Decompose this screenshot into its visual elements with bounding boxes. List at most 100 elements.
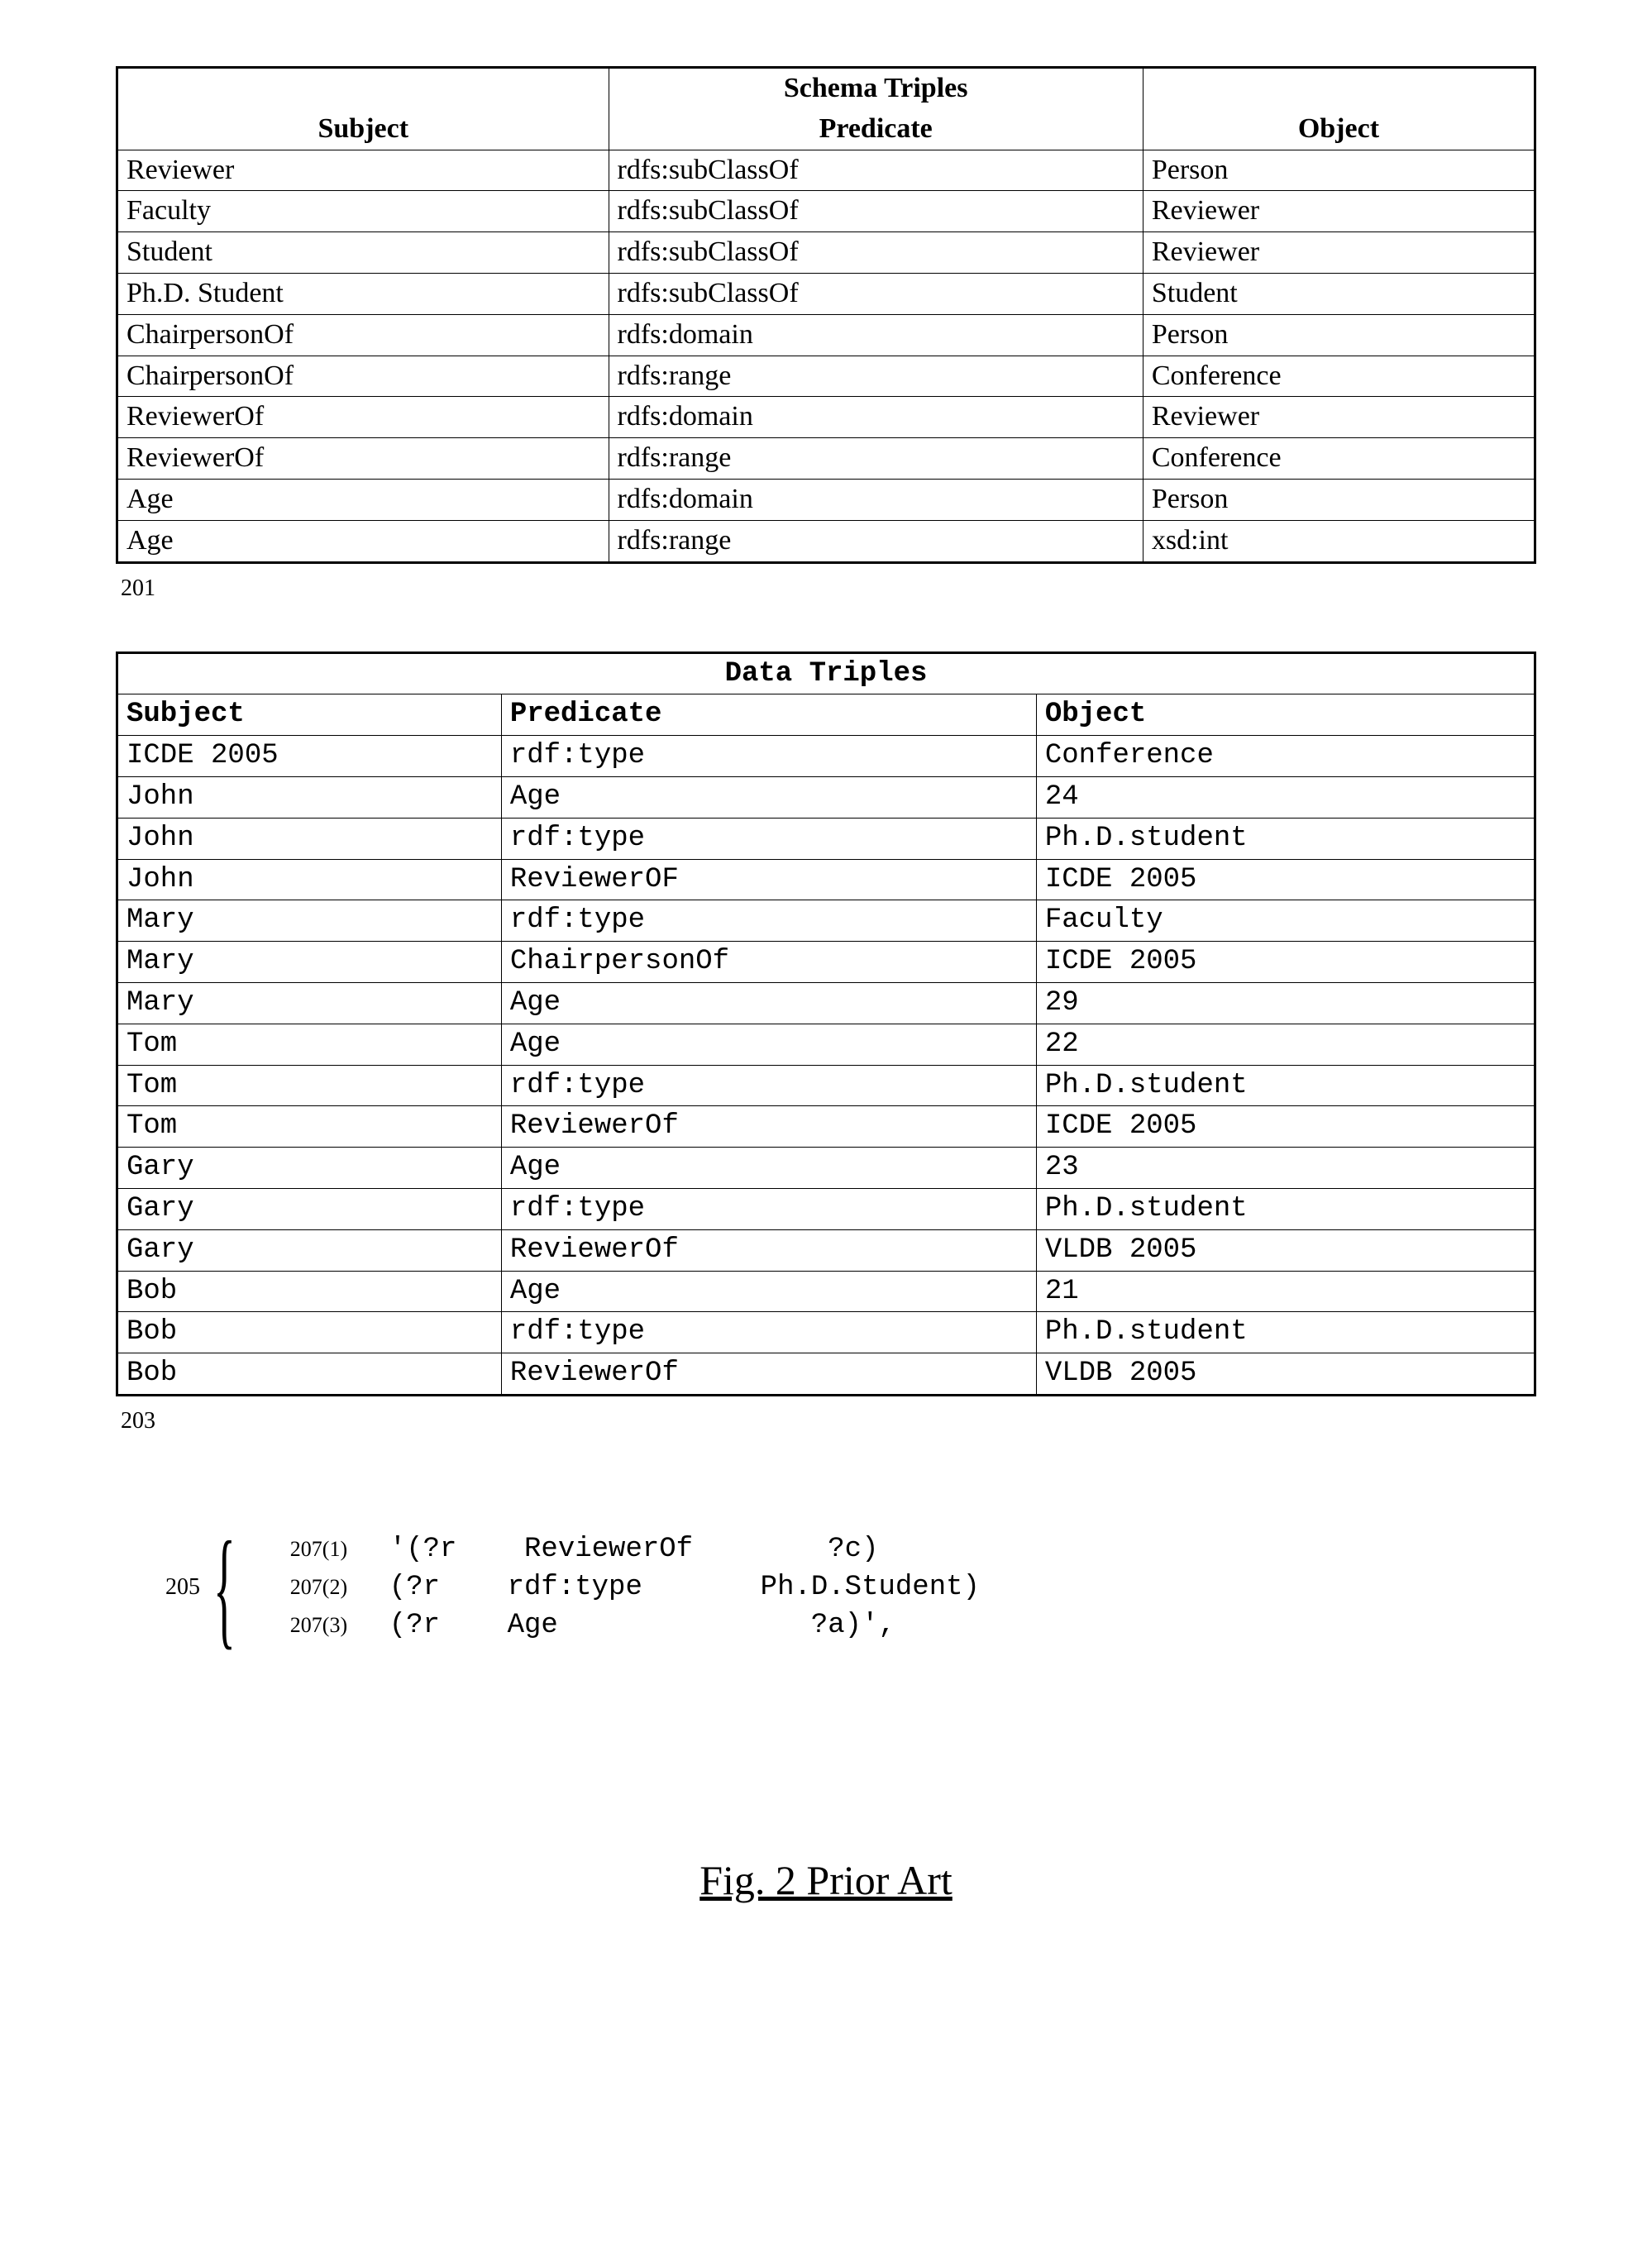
table-cell: ReviewerOf <box>117 397 609 438</box>
table-row: Agerdfs:domainPerson <box>117 479 1535 520</box>
table-cell: Person <box>1143 479 1535 520</box>
table-row: GaryAge23 <box>117 1148 1535 1189</box>
data-table-title: Data Triples <box>117 652 1535 694</box>
query-line: 207(1) '(?r ReviewerOf ?c) <box>290 1534 980 1565</box>
data-ref-number: 203 <box>121 1408 1536 1434</box>
table-row: BobReviewerOfVLDB 2005 <box>117 1353 1535 1396</box>
table-row: Maryrdf:typeFaculty <box>117 900 1535 942</box>
table-cell: Mary <box>117 982 502 1024</box>
table-cell: Age <box>501 1024 1036 1065</box>
table-cell: VLDB 2005 <box>1036 1229 1535 1271</box>
table-cell: ICDE 2005 <box>1036 942 1535 983</box>
table-cell: VLDB 2005 <box>1036 1353 1535 1396</box>
query-ref-number: 205 <box>165 1574 200 1601</box>
table-cell: Tom <box>117 1106 502 1148</box>
table-cell: ICDE 2005 <box>1036 1106 1535 1148</box>
query-line-tag: 207(3) <box>290 1613 373 1638</box>
data-triples-table: Data Triples Subject Predicate Object IC… <box>116 651 1536 1396</box>
query-line-text: (?r Age ?a)', <box>389 1610 895 1641</box>
table-row: Johnrdf:typePh.D.student <box>117 818 1535 859</box>
table-cell: rdfs:subClassOf <box>609 150 1143 191</box>
table-cell: Reviewer <box>1143 191 1535 232</box>
table-cell: Conference <box>1143 356 1535 397</box>
table-row: ChairpersonOfrdfs:rangeConference <box>117 356 1535 397</box>
table-cell: ReviewerOF <box>501 859 1036 900</box>
table-row: Bobrdf:typePh.D.student <box>117 1312 1535 1353</box>
table-cell: Reviewer <box>1143 397 1535 438</box>
table-cell: Reviewer <box>117 150 609 191</box>
table-cell: rdf:type <box>501 818 1036 859</box>
table-cell: 21 <box>1036 1271 1535 1312</box>
query-line-text: '(?r ReviewerOf ?c) <box>389 1534 879 1565</box>
table-cell: ReviewerOf <box>501 1106 1036 1148</box>
table-cell: ICDE 2005 <box>117 736 502 777</box>
table-cell: Bob <box>117 1271 502 1312</box>
table-cell: Ph.D.student <box>1036 1312 1535 1353</box>
query-line-text: (?r rdf:type Ph.D.Student) <box>389 1572 980 1603</box>
schema-triples-table: Schema Triples Subject Predicate Object … <box>116 66 1536 564</box>
table-row: Agerdfs:rangexsd:int <box>117 520 1535 562</box>
col-subject: Subject <box>117 109 609 150</box>
table-cell: Age <box>117 479 609 520</box>
table-cell: ChairpersonOf <box>117 314 609 356</box>
query-lines: 207(1) '(?r ReviewerOf ?c) 207(2) (?r rdf:t… <box>290 1534 980 1641</box>
table-cell: Student <box>1143 273 1535 314</box>
table-cell: John <box>117 776 502 818</box>
table-row: JohnReviewerOFICDE 2005 <box>117 859 1535 900</box>
table-cell: Mary <box>117 942 502 983</box>
table-cell: Age <box>501 776 1036 818</box>
table-cell: Mary <box>117 900 502 942</box>
table-cell: rdfs:domain <box>609 479 1143 520</box>
table-row: Ph.D. Studentrdfs:subClassOfStudent <box>117 273 1535 314</box>
table-cell: 29 <box>1036 982 1535 1024</box>
table-row: ChairpersonOfrdfs:domainPerson <box>117 314 1535 356</box>
table-cell: Gary <box>117 1148 502 1189</box>
table-cell: ICDE 2005 <box>1036 859 1535 900</box>
table-cell: Gary <box>117 1188 502 1229</box>
table-header-row: Subject Predicate Object <box>117 694 1535 736</box>
col-predicate: Predicate <box>609 109 1143 150</box>
table-title-row: Schema Triples <box>117 68 1535 109</box>
table-cell: ReviewerOf <box>501 1229 1036 1271</box>
table-row: ReviewerOfrdfs:domainReviewer <box>117 397 1535 438</box>
table-cell: Student <box>117 232 609 274</box>
table-cell: Reviewer <box>1143 232 1535 274</box>
table-row: Reviewerrdfs:subClassOfPerson <box>117 150 1535 191</box>
query-line-tag: 207(2) <box>290 1575 373 1600</box>
col-object: Object <box>1143 109 1535 150</box>
table-row: BobAge21 <box>117 1271 1535 1312</box>
table-cell: Bob <box>117 1312 502 1353</box>
table-cell: ReviewerOf <box>501 1353 1036 1396</box>
table-cell: Person <box>1143 150 1535 191</box>
table-cell: Tom <box>117 1065 502 1106</box>
table-cell: rdfs:domain <box>609 314 1143 356</box>
table-row: Tomrdf:typePh.D.student <box>117 1065 1535 1106</box>
table-row: GaryReviewerOfVLDB 2005 <box>117 1229 1535 1271</box>
table-cell: 24 <box>1036 776 1535 818</box>
table-cell: Tom <box>117 1024 502 1065</box>
table-row: TomReviewerOfICDE 2005 <box>117 1106 1535 1148</box>
table-cell: xsd:int <box>1143 520 1535 562</box>
table-cell: rdfs:range <box>609 438 1143 480</box>
query-line: 207(2) (?r rdf:type Ph.D.Student) <box>290 1572 980 1603</box>
query-line: 207(3) (?r Age ?a)', <box>290 1610 980 1641</box>
schema-table-title: Schema Triples <box>609 68 1143 109</box>
table-cell: Gary <box>117 1229 502 1271</box>
table-cell: 23 <box>1036 1148 1535 1189</box>
brace-icon: { <box>213 1534 236 1640</box>
table-cell: Age <box>117 520 609 562</box>
col-object: Object <box>1036 694 1535 736</box>
query-line-tag: 207(1) <box>290 1537 373 1562</box>
table-cell: ReviewerOf <box>117 438 609 480</box>
table-cell: John <box>117 859 502 900</box>
table-row: Facultyrdfs:subClassOfReviewer <box>117 191 1535 232</box>
table-cell: Age <box>501 982 1036 1024</box>
col-predicate: Predicate <box>501 694 1036 736</box>
table-cell: Ph.D. Student <box>117 273 609 314</box>
table-cell: Person <box>1143 314 1535 356</box>
data-triples-section: Data Triples Subject Predicate Object IC… <box>116 651 1536 1434</box>
table-row: Garyrdf:typePh.D.student <box>117 1188 1535 1229</box>
table-row: JohnAge24 <box>117 776 1535 818</box>
table-cell: Age <box>501 1271 1036 1312</box>
table-cell: Ph.D.student <box>1036 1188 1535 1229</box>
